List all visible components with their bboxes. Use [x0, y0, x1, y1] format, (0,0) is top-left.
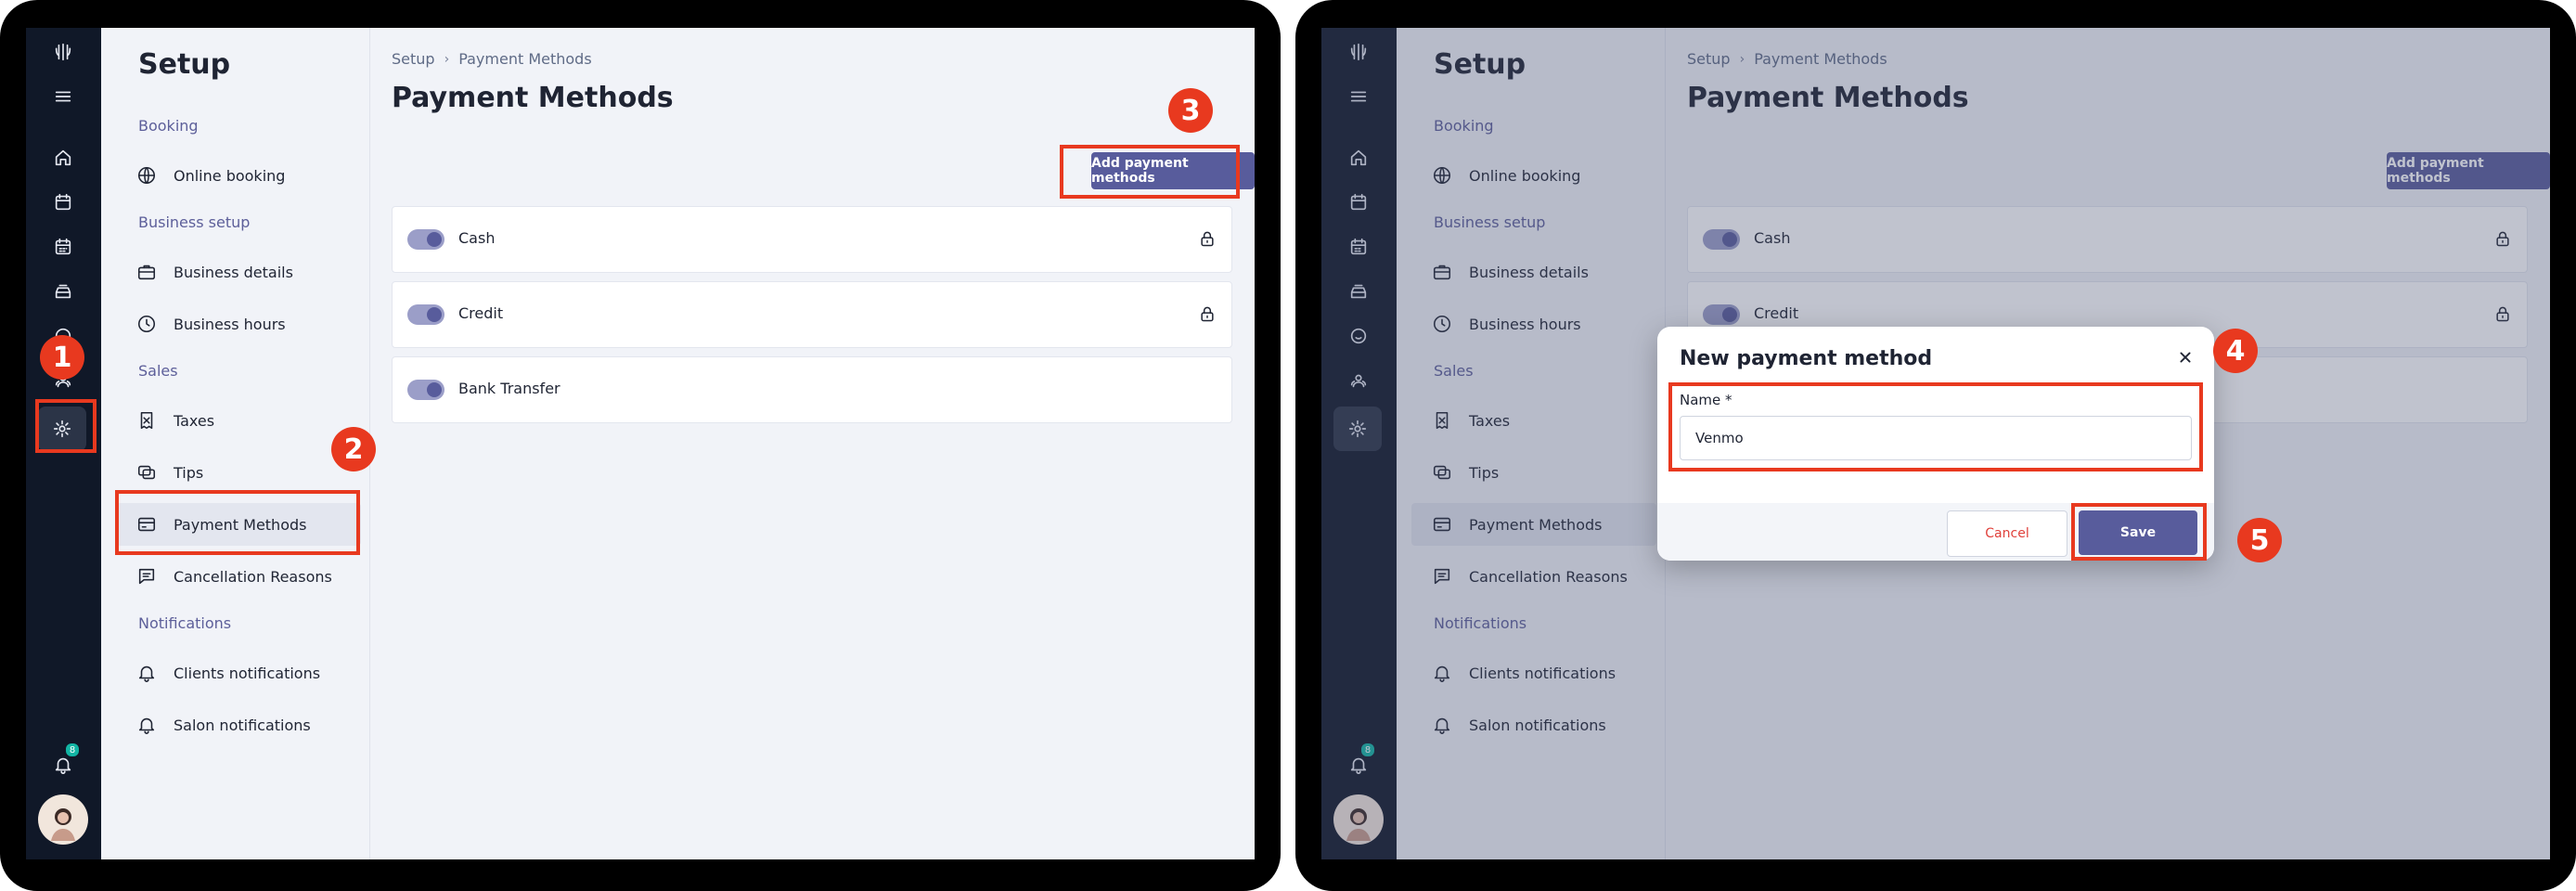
notification-count-badge: 8 — [65, 742, 80, 757]
stack-icon[interactable] — [52, 280, 74, 303]
page-title: Payment Methods — [392, 82, 674, 114]
step-3-highlight — [1060, 145, 1240, 199]
bell-icon — [136, 663, 157, 683]
section-label-sales: Sales — [138, 362, 178, 380]
enabled-toggle[interactable] — [407, 304, 444, 325]
step-5-badge: 5 — [2237, 518, 2282, 562]
briefcase-icon — [136, 262, 157, 282]
menu-item-label: Clients notifications — [174, 664, 321, 682]
avatar[interactable] — [38, 794, 88, 845]
setup-sidebar: Setup Booking Online booking Business se… — [101, 28, 370, 859]
enabled-toggle[interactable] — [407, 229, 444, 250]
step-2-highlight — [115, 490, 360, 555]
dialog-title: New payment method — [1680, 347, 1933, 370]
menu-item-label: Business hours — [174, 315, 286, 333]
chevron-right-icon: › — [444, 51, 450, 67]
cancel-button[interactable]: Cancel — [1947, 510, 2067, 557]
bell-icon — [136, 715, 157, 735]
menu-item-cancellation-reasons[interactable]: Cancellation Reasons — [116, 555, 361, 598]
calendar-icon[interactable] — [52, 191, 74, 213]
menu-item-label: Salon notifications — [174, 716, 311, 734]
menu-item-salon-notifications[interactable]: Salon notifications — [116, 704, 361, 746]
step-5-highlight — [2071, 503, 2207, 561]
receipt-icon — [136, 410, 157, 431]
menu-item-business-details[interactable]: Business details — [116, 251, 361, 293]
lock-icon — [1198, 304, 1217, 325]
step-1-badge: 1 — [40, 335, 84, 380]
lock-icon — [1198, 229, 1217, 250]
menu-item-online-booking[interactable]: Online booking — [116, 154, 361, 197]
clock-icon — [136, 314, 157, 334]
breadcrumb-root-link[interactable]: Setup — [392, 50, 435, 68]
calendar-grid-icon[interactable] — [52, 236, 74, 258]
setup-title: Setup — [138, 48, 231, 81]
step-4-badge: 4 — [2213, 329, 2258, 373]
payment-method-name: Cash — [458, 229, 496, 247]
message-icon — [136, 566, 157, 587]
breadcrumb: Setup › Payment Methods — [392, 50, 592, 68]
menu-item-clients-notifications[interactable]: Clients notifications — [116, 652, 361, 694]
section-label-booking: Booking — [138, 117, 199, 135]
payment-method-row: Credit — [392, 281, 1232, 348]
coins-icon — [136, 462, 157, 483]
step-1-highlight — [35, 399, 97, 453]
payment-method-name: Bank Transfer — [458, 380, 560, 397]
close-icon[interactable] — [2175, 347, 2196, 368]
menu-item-label: Taxes — [174, 411, 215, 430]
menu-item-label: Business details — [174, 263, 293, 281]
globe-icon — [136, 165, 157, 186]
logo-icon — [52, 41, 74, 63]
menu-item-business-hours[interactable]: Business hours — [116, 303, 361, 345]
step-2-badge: 2 — [331, 427, 376, 471]
payment-method-row: Bank Transfer — [392, 356, 1232, 423]
menu-item-taxes[interactable]: Taxes — [116, 399, 361, 442]
left-screenshot-frame: 8 Setup Booking Online booking Business … — [0, 0, 1281, 891]
step-4-highlight — [1668, 382, 2203, 471]
menu-item-label: Tips — [174, 463, 204, 482]
breadcrumb-current: Payment Methods — [458, 50, 592, 68]
payment-method-row: Cash — [392, 206, 1232, 273]
menu-item-tips[interactable]: Tips — [116, 451, 361, 494]
right-screenshot-frame: 8 Setup Booking Online booking Business … — [1295, 0, 2576, 891]
enabled-toggle[interactable] — [407, 380, 444, 400]
payment-method-name: Credit — [458, 304, 504, 322]
menu-item-label: Online booking — [174, 166, 286, 185]
menu-item-label: Cancellation Reasons — [174, 567, 332, 586]
home-icon[interactable] — [52, 147, 74, 169]
section-label-business-setup: Business setup — [138, 213, 251, 231]
section-label-notifications: Notifications — [138, 614, 232, 632]
step-3-badge: 3 — [1168, 88, 1213, 133]
menu-icon[interactable] — [52, 85, 74, 108]
